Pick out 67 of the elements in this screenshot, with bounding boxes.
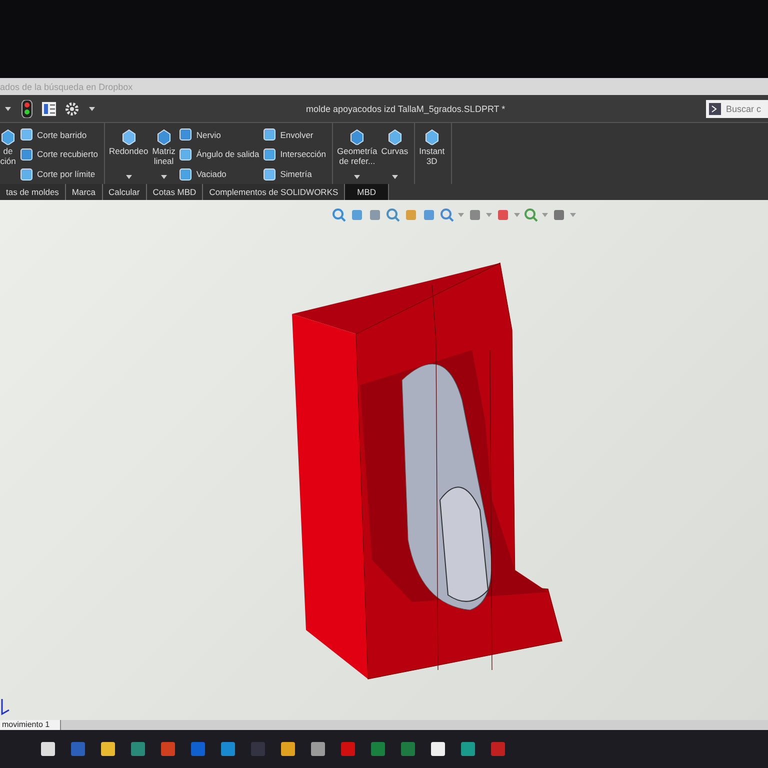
tool-icon xyxy=(179,168,192,181)
tool-icon xyxy=(263,128,276,142)
view-tool-icon[interactable] xyxy=(552,208,566,222)
tab[interactable]: movimiento 1 xyxy=(0,720,61,730)
view-tool-icon[interactable] xyxy=(350,208,364,222)
view-tool-icon[interactable] xyxy=(422,208,436,222)
caret-icon[interactable] xyxy=(124,173,133,181)
caret-icon[interactable] xyxy=(4,104,12,112)
tool-icon xyxy=(349,129,366,145)
caret-icon[interactable] xyxy=(353,173,362,181)
gear-icon[interactable] xyxy=(65,102,79,116)
ribbon-button[interactable]: Intersección xyxy=(263,148,326,161)
ribbon-button[interactable]: Matriz lineal xyxy=(152,125,176,184)
tool-icon xyxy=(20,168,33,181)
tool-icon xyxy=(120,129,137,145)
ribbon-button[interactable]: de ción xyxy=(0,125,16,184)
tab[interactable]: Calcular xyxy=(102,184,147,200)
search-location-text: ados de la búsqueda en Dropbox xyxy=(0,82,133,92)
tab[interactable]: Cotas MBD xyxy=(146,184,204,200)
view-tool-icon[interactable] xyxy=(386,208,400,222)
search-field[interactable]: Buscar c xyxy=(724,100,768,118)
tool-icon xyxy=(179,128,192,142)
tool-icon xyxy=(20,148,33,161)
list-icon[interactable] xyxy=(42,102,56,116)
app-icon[interactable] xyxy=(430,741,446,757)
tab[interactable]: tas de moldes xyxy=(0,184,66,200)
tool-icon xyxy=(263,148,276,161)
ribbon-button[interactable]: Curvas xyxy=(381,125,408,184)
ribbon-button[interactable]: Geometría de refer... xyxy=(337,125,378,184)
app-icon[interactable] xyxy=(100,741,116,757)
caret-icon[interactable] xyxy=(160,173,168,181)
command-icon xyxy=(706,100,724,118)
ribbon-button[interactable]: Simetría xyxy=(263,168,326,181)
ribbon-button[interactable]: Corte por límite xyxy=(20,168,98,181)
ribbon-button[interactable]: Nervio xyxy=(179,128,260,142)
tab[interactable]: Marca xyxy=(66,184,103,200)
app-icon[interactable] xyxy=(40,741,56,757)
tab[interactable]: MBD xyxy=(345,184,390,200)
tool-icon xyxy=(0,129,16,145)
traffic-light-icon[interactable] xyxy=(21,100,33,118)
ribbon-button[interactable]: Ángulo de salida xyxy=(179,148,260,161)
window-title: molde apoyacodos izd TallaM_5grados.SLDPRT * xyxy=(305,104,506,114)
app-icon[interactable] xyxy=(280,741,296,757)
ribbon-button[interactable]: Vaciado xyxy=(179,168,260,181)
ribbon-button[interactable]: Corte barrido xyxy=(20,128,98,142)
tab[interactable]: Complementos de SOLIDWORKS xyxy=(203,184,346,200)
view-tool-icon[interactable] xyxy=(368,208,382,222)
view-tool-icon[interactable] xyxy=(524,208,538,222)
tool-icon xyxy=(386,129,403,145)
tool-icon xyxy=(263,168,276,181)
ribbon-button[interactable]: Redondeo xyxy=(108,125,148,184)
view-tool-icon[interactable] xyxy=(332,208,346,222)
ribbon-button[interactable]: Envolver xyxy=(263,128,326,142)
ribbon-button[interactable]: Corte recubierto xyxy=(20,148,98,161)
tool-icon xyxy=(424,129,440,145)
ribbon-button[interactable]: Instant 3D xyxy=(419,125,445,184)
tool-icon xyxy=(20,128,33,142)
view-tool-icon[interactable] xyxy=(404,208,418,222)
coordinate-axes-icon xyxy=(0,698,10,716)
view-tool-icon[interactable] xyxy=(496,208,510,222)
caret-icon[interactable] xyxy=(88,104,96,112)
view-tool-icon[interactable] xyxy=(440,208,454,222)
caret-icon[interactable] xyxy=(390,173,399,181)
tool-icon xyxy=(179,148,192,161)
app-icon[interactable] xyxy=(310,741,326,757)
tool-icon xyxy=(156,129,172,145)
view-tool-icon[interactable] xyxy=(468,208,482,222)
